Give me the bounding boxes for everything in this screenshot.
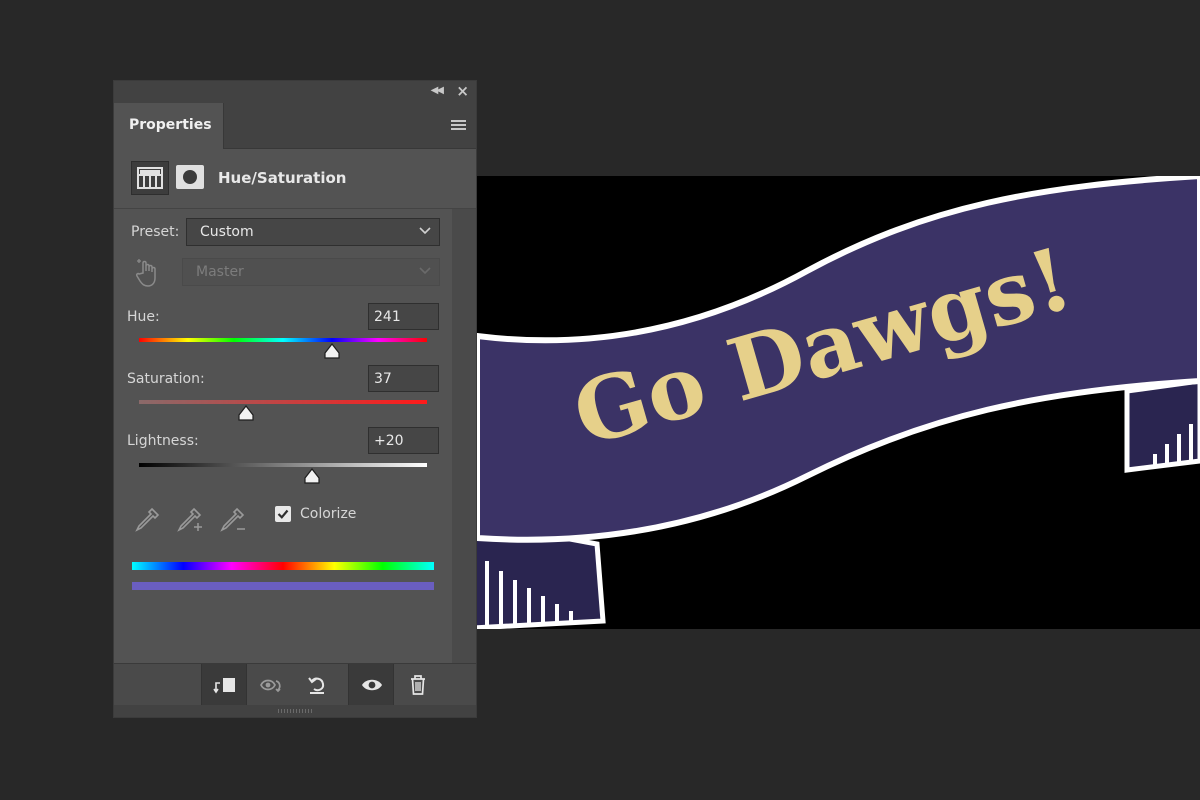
saturation-input[interactable]: 37 bbox=[368, 365, 439, 392]
delete-adjustment-button[interactable] bbox=[395, 664, 441, 706]
close-icon[interactable]: × bbox=[456, 82, 469, 100]
panel-tab-bar: Properties bbox=[114, 103, 476, 149]
reset-icon bbox=[308, 677, 325, 694]
banner-artwork: Go Dawgs! bbox=[477, 176, 1200, 629]
hue-slider-track[interactable] bbox=[139, 338, 427, 342]
view-previous-state-button[interactable] bbox=[248, 664, 294, 706]
preset-dropdown[interactable]: Custom bbox=[186, 218, 440, 246]
preset-value: Custom bbox=[200, 224, 254, 240]
lightness-input[interactable]: +20 bbox=[368, 427, 439, 454]
chevron-down-icon bbox=[419, 267, 431, 275]
saturation-slider-thumb[interactable] bbox=[237, 405, 255, 423]
lightness-slider-thumb[interactable] bbox=[303, 468, 321, 486]
lightness-value: +20 bbox=[374, 433, 404, 449]
toggle-visibility-button[interactable] bbox=[348, 664, 394, 706]
adjustment-header: Hue/Saturation bbox=[114, 149, 476, 209]
view-previous-state-icon bbox=[260, 679, 281, 693]
saturation-slider-track[interactable] bbox=[139, 400, 427, 404]
panel-resize-grip[interactable] bbox=[114, 705, 476, 717]
adjustment-title: Hue/Saturation bbox=[218, 169, 347, 187]
checkmark-icon bbox=[277, 509, 289, 519]
document-canvas[interactable]: Go Dawgs! bbox=[477, 176, 1200, 629]
hue-value: 241 bbox=[374, 309, 401, 325]
eyedropper-subtract-icon[interactable] bbox=[217, 505, 247, 535]
tab-properties[interactable]: Properties bbox=[114, 103, 224, 149]
panel-footer-toolbar bbox=[114, 663, 476, 706]
colorize-checkbox[interactable] bbox=[275, 506, 291, 522]
saturation-label: Saturation: bbox=[127, 371, 205, 387]
chevron-down-icon bbox=[419, 227, 431, 235]
eyedropper-add-icon[interactable] bbox=[174, 505, 204, 535]
lightness-slider-track[interactable] bbox=[139, 463, 427, 467]
channel-value: Master bbox=[196, 264, 244, 280]
panel-title-bar[interactable]: ◀◀ × bbox=[114, 81, 476, 103]
reset-button[interactable] bbox=[294, 664, 340, 706]
targeted-adjustment-hand-icon[interactable] bbox=[134, 257, 162, 289]
input-color-spectrum-bar bbox=[132, 562, 434, 570]
panel-menu-icon[interactable] bbox=[451, 120, 466, 132]
double-chevron-left-icon[interactable]: ◀◀ bbox=[431, 85, 444, 96]
eyedropper-icon[interactable] bbox=[132, 505, 162, 535]
hue-slider-thumb[interactable] bbox=[323, 343, 341, 361]
colorize-label: Colorize bbox=[300, 506, 357, 522]
clip-to-layer-button[interactable] bbox=[201, 664, 247, 706]
saturation-value: 37 bbox=[374, 371, 392, 387]
tab-properties-label: Properties bbox=[129, 117, 212, 133]
panel-scrollbar[interactable] bbox=[452, 209, 476, 663]
properties-panel: ◀◀ × Properties Hue/Saturation Preset: C… bbox=[113, 80, 477, 718]
clip-to-layer-icon bbox=[213, 678, 235, 694]
hue-saturation-adjustment-icon[interactable] bbox=[131, 161, 169, 195]
hue-label: Hue: bbox=[127, 309, 160, 325]
channel-dropdown[interactable]: Master bbox=[182, 258, 440, 286]
output-color-bar bbox=[132, 582, 434, 590]
visibility-icon bbox=[362, 679, 382, 691]
preset-label: Preset: bbox=[131, 224, 180, 240]
lightness-label: Lightness: bbox=[127, 433, 199, 449]
hue-input[interactable]: 241 bbox=[368, 303, 439, 330]
trash-icon bbox=[411, 675, 425, 695]
layer-mask-icon[interactable] bbox=[176, 165, 204, 189]
